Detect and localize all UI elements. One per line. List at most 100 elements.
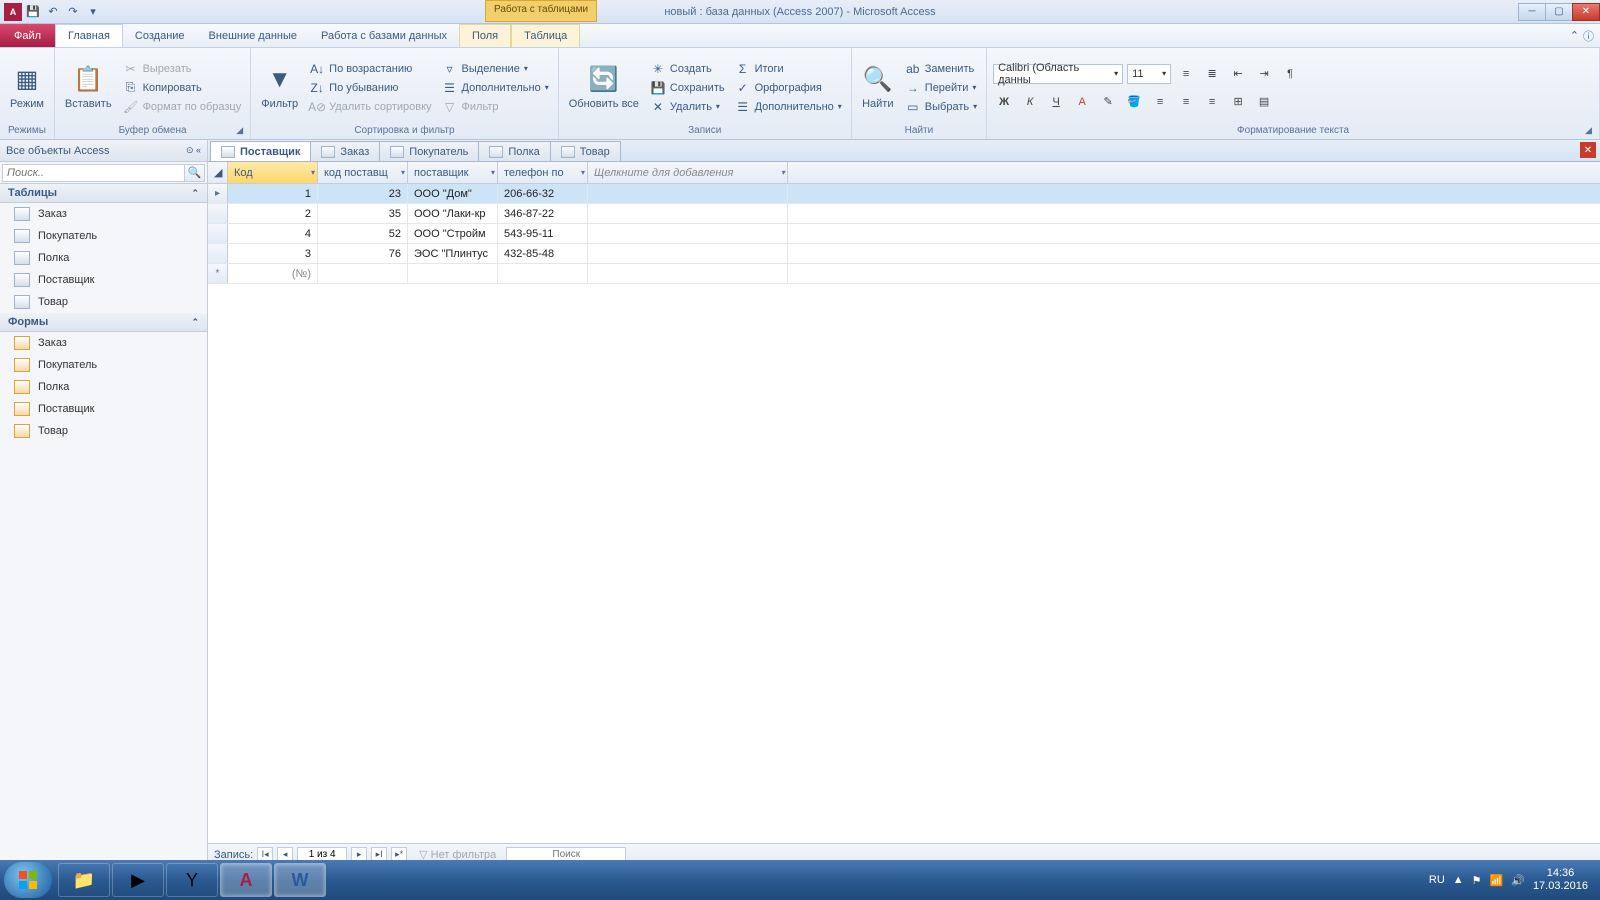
- totals-button[interactable]: ΣИтоги: [732, 60, 845, 78]
- nav-item[interactable]: Заказ: [0, 203, 207, 225]
- cell-empty[interactable]: [588, 184, 788, 203]
- dialog-launcher-icon[interactable]: ◢: [236, 125, 248, 137]
- row-selector[interactable]: ▸: [208, 184, 228, 203]
- cell-code[interactable]: 52: [318, 224, 408, 243]
- start-button[interactable]: [4, 862, 52, 898]
- cell-id[interactable]: 4: [228, 224, 318, 243]
- close-tab-button[interactable]: ✕: [1580, 142, 1596, 158]
- format-painter-button[interactable]: 🖌Формат по образцу: [120, 98, 245, 116]
- tray-action-icon[interactable]: ⚑: [1472, 874, 1482, 887]
- nav-item[interactable]: Товар: [0, 291, 207, 313]
- nav-dropdown-icon[interactable]: ⊙ «: [186, 145, 201, 156]
- row-selector[interactable]: [208, 204, 228, 223]
- save-icon[interactable]: 💾: [24, 3, 42, 21]
- save-record-button[interactable]: 💾Сохранить: [647, 79, 728, 97]
- menu-tab-3[interactable]: Работа с базами данных: [309, 24, 459, 47]
- minimize-ribbon-icon[interactable]: ⌃: [1570, 29, 1579, 42]
- cell-name[interactable]: ООО "Стройм: [408, 224, 498, 243]
- help-icon[interactable]: ⓘ: [1583, 28, 1594, 44]
- cell[interactable]: [498, 264, 588, 283]
- search-icon[interactable]: 🔍: [185, 164, 205, 182]
- nav-item[interactable]: Полка: [0, 376, 207, 398]
- cell-name[interactable]: ООО "Лаки-кр: [408, 204, 498, 223]
- taskbar-clock[interactable]: 14:3617.03.2016: [1533, 867, 1588, 893]
- paste-button[interactable]: 📋Вставить: [61, 62, 116, 112]
- taskbar-explorer[interactable]: 📁: [58, 863, 110, 897]
- selection-button[interactable]: ▿Выделение▾: [439, 60, 552, 78]
- close-button[interactable]: ✕: [1572, 3, 1600, 21]
- goto-button[interactable]: →Перейти▾: [902, 79, 980, 97]
- add-column-header[interactable]: Щелкните для добавления▾: [588, 162, 788, 183]
- datasheet-grid[interactable]: ◢ Код▾код поставщ▾поставщик▾телефон по▾Щ…: [208, 162, 1600, 843]
- column-dropdown-icon[interactable]: ▾: [581, 168, 585, 177]
- document-tab[interactable]: Поставщик: [210, 141, 311, 161]
- tray-network-icon[interactable]: 📶: [1490, 874, 1504, 887]
- bullets-icon[interactable]: ≡: [1175, 64, 1197, 84]
- font-family-combo[interactable]: Calibri (Область данны▾: [993, 64, 1123, 84]
- cell-name[interactable]: ООО "Дом": [408, 184, 498, 203]
- column-header[interactable]: поставщик▾: [408, 162, 498, 183]
- nav-group-header[interactable]: Формы⌃: [0, 313, 207, 332]
- menu-tab-0[interactable]: Главная: [55, 24, 123, 47]
- tray-volume-icon[interactable]: 🔊: [1511, 874, 1525, 887]
- qat-dropdown-icon[interactable]: ▾: [84, 3, 102, 21]
- column-header[interactable]: телефон по▾: [498, 162, 588, 183]
- clear-sort-button[interactable]: A⊘Удалить сортировку: [306, 98, 434, 116]
- document-tab[interactable]: Полка: [478, 141, 550, 161]
- new-row[interactable]: * (№): [208, 264, 1600, 284]
- column-header[interactable]: Код▾: [228, 162, 318, 183]
- file-tab[interactable]: Файл: [0, 24, 55, 47]
- column-dropdown-icon[interactable]: ▾: [491, 168, 495, 177]
- taskbar-browser[interactable]: Y: [166, 863, 218, 897]
- highlight-icon[interactable]: ✎: [1097, 92, 1119, 112]
- cell[interactable]: [588, 264, 788, 283]
- taskbar-word[interactable]: W: [274, 863, 326, 897]
- cell-phone[interactable]: 346-87-22: [498, 204, 588, 223]
- column-dropdown-icon[interactable]: ▾: [401, 168, 405, 177]
- cell-new-id[interactable]: (№): [228, 264, 318, 283]
- menu-tab-5[interactable]: Таблица: [511, 24, 580, 47]
- sort-desc-button[interactable]: Z↓По убыванию: [306, 79, 434, 97]
- menu-tab-2[interactable]: Внешние данные: [197, 24, 309, 47]
- find-button[interactable]: 🔍Найти: [858, 62, 898, 112]
- column-dropdown-icon[interactable]: ▾: [781, 168, 785, 177]
- menu-tab-1[interactable]: Создание: [123, 24, 197, 47]
- replace-button[interactable]: abЗаменить: [902, 60, 980, 78]
- numbering-icon[interactable]: ≣: [1201, 64, 1223, 84]
- row-selector[interactable]: [208, 224, 228, 243]
- cell-code[interactable]: 23: [318, 184, 408, 203]
- nav-search-input[interactable]: [2, 164, 185, 182]
- view-mode-button[interactable]: ▦Режим: [6, 62, 48, 112]
- cut-button[interactable]: ✂Вырезать: [120, 60, 245, 78]
- minimize-button[interactable]: ─: [1518, 3, 1546, 21]
- align-right-icon[interactable]: ≡: [1201, 92, 1223, 112]
- nav-item[interactable]: Заказ: [0, 332, 207, 354]
- underline-button[interactable]: Ч: [1045, 92, 1067, 112]
- cell-empty[interactable]: [588, 224, 788, 243]
- row-selector[interactable]: [208, 244, 228, 263]
- table-row[interactable]: ▸ 1 23 ООО "Дом" 206-66-32: [208, 184, 1600, 204]
- toggle-filter-button[interactable]: ▽Фильтр: [439, 98, 552, 116]
- document-tab[interactable]: Покупатель: [379, 141, 479, 161]
- column-dropdown-icon[interactable]: ▾: [311, 168, 315, 177]
- spelling-button[interactable]: ✓Орфография: [732, 79, 845, 97]
- language-indicator[interactable]: RU: [1429, 874, 1445, 886]
- undo-icon[interactable]: ↶: [44, 3, 62, 21]
- text-direction-icon[interactable]: ¶: [1279, 64, 1301, 84]
- indent-inc-icon[interactable]: ⇥: [1253, 64, 1275, 84]
- cell-phone[interactable]: 432-85-48: [498, 244, 588, 263]
- maximize-button[interactable]: ▢: [1545, 3, 1573, 21]
- nav-item[interactable]: Товар: [0, 420, 207, 442]
- fill-color-icon[interactable]: 🪣: [1123, 92, 1145, 112]
- filter-button[interactable]: ▼Фильтр: [257, 62, 302, 112]
- nav-item[interactable]: Поставщик: [0, 398, 207, 420]
- document-tab[interactable]: Товар: [550, 141, 621, 161]
- cell-phone[interactable]: 543-95-11: [498, 224, 588, 243]
- nav-group-header[interactable]: Таблицы⌃: [0, 184, 207, 203]
- cell[interactable]: [318, 264, 408, 283]
- copy-button[interactable]: ⎘Копировать: [120, 79, 245, 97]
- indent-dec-icon[interactable]: ⇤: [1227, 64, 1249, 84]
- font-color-icon[interactable]: A: [1071, 92, 1093, 112]
- select-button[interactable]: ▭Выбрать▾: [902, 98, 980, 116]
- italic-button[interactable]: К: [1019, 92, 1041, 112]
